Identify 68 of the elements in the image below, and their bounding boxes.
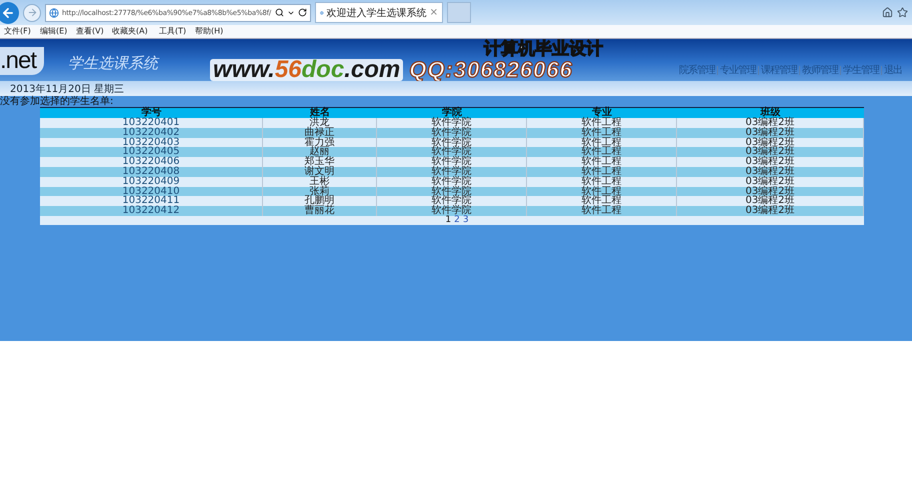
table-cell: 软件工程: [527, 196, 677, 206]
table-cell: 03编程2班: [677, 138, 864, 148]
table-cell: 软件学院: [377, 118, 527, 128]
table-cell: 03编程2班: [677, 157, 864, 167]
column-header: 专业: [527, 108, 677, 118]
table-cell: 103220403: [40, 138, 263, 148]
table-cell: 软件工程: [527, 128, 677, 138]
column-header: 学院: [377, 108, 527, 118]
table-cell: 洪龙: [263, 118, 377, 128]
table-cell: 曹丽花: [263, 206, 377, 216]
table-cell: 103220412: [40, 206, 263, 216]
table-cell: 03编程2班: [677, 186, 864, 196]
table-cell: 软件学院: [377, 157, 527, 167]
column-header: 学号: [40, 108, 263, 118]
menu-item[interactable]: 编辑(E): [40, 28, 67, 36]
close-icon[interactable]: ×: [430, 7, 438, 18]
site-address: www.56doc.com: [210, 59, 404, 81]
table-cell: 谢文明: [263, 166, 377, 177]
slogan: 计算机毕业设计: [484, 40, 603, 59]
table-cell: 张莉: [263, 186, 377, 196]
table-cell: 软件学院: [377, 128, 527, 138]
page-link[interactable]: 2: [454, 216, 460, 225]
table-cell: 软件工程: [527, 176, 677, 187]
menu-item[interactable]: 帮助(H): [194, 28, 224, 36]
menu-item[interactable]: 查看(V): [76, 28, 104, 36]
table-cell: 03编程2班: [677, 166, 864, 177]
table-cell: 郑玉华: [263, 157, 377, 167]
table-cell: 03编程2班: [677, 206, 864, 216]
table-cell: 软件工程: [527, 118, 677, 128]
table-cell: 103220411: [40, 196, 263, 206]
table-cell: 软件工程: [527, 157, 677, 167]
table-cell: 王彬: [263, 176, 377, 187]
table-cell: 软件学院: [377, 166, 527, 177]
table-cell: 软件工程: [527, 138, 677, 148]
table-cell: 03编程2班: [677, 118, 864, 128]
table-cell: 103220406: [40, 157, 263, 167]
table-cell: 03编程2班: [677, 176, 864, 187]
table-cell: 103220409: [40, 176, 263, 187]
browser-tab[interactable]: 欢迎进入学生选课系统 ×: [315, 2, 443, 23]
table-cell: 03编程2班: [677, 128, 864, 138]
table-cell: 软件工程: [527, 166, 677, 177]
table-cell: 103220408: [40, 166, 263, 177]
page-link[interactable]: 1: [445, 216, 452, 225]
table-cell: 软件工程: [527, 186, 677, 196]
table-cell: 软件学院: [377, 176, 527, 187]
qq-number: QQ:306826066: [409, 59, 573, 81]
list-caption: 没有参加选择的学生名单:: [0, 96, 114, 107]
menu-item[interactable]: 文件(F): [4, 28, 31, 36]
column-header: 班级: [677, 108, 864, 118]
table-cell: 软件工程: [527, 206, 677, 216]
menu-item[interactable]: 工具(T): [159, 28, 186, 36]
table-cell: 103220401: [40, 118, 263, 128]
table-cell: 赵丽: [263, 147, 377, 158]
table-cell: 103220405: [40, 147, 263, 158]
table-cell: 软件学院: [377, 206, 527, 216]
table-cell: 103220410: [40, 186, 263, 196]
table-cell: 曲禄正: [263, 128, 377, 138]
table-cell: 霍力强: [263, 138, 377, 148]
table-cell: 软件学院: [377, 138, 527, 148]
logo: .net: [0, 47, 44, 75]
table-cell: 软件学院: [377, 186, 527, 196]
page-link[interactable]: 3: [462, 216, 469, 225]
date-text: 2013年11月20日 星期三: [10, 82, 124, 96]
table-cell: 103220402: [40, 128, 263, 138]
column-header: 姓名: [263, 108, 377, 118]
menu-item[interactable]: 收藏夹(A): [112, 28, 148, 36]
table-cell: 软件工程: [527, 147, 677, 158]
system-title: 学生选课系统: [68, 54, 158, 73]
